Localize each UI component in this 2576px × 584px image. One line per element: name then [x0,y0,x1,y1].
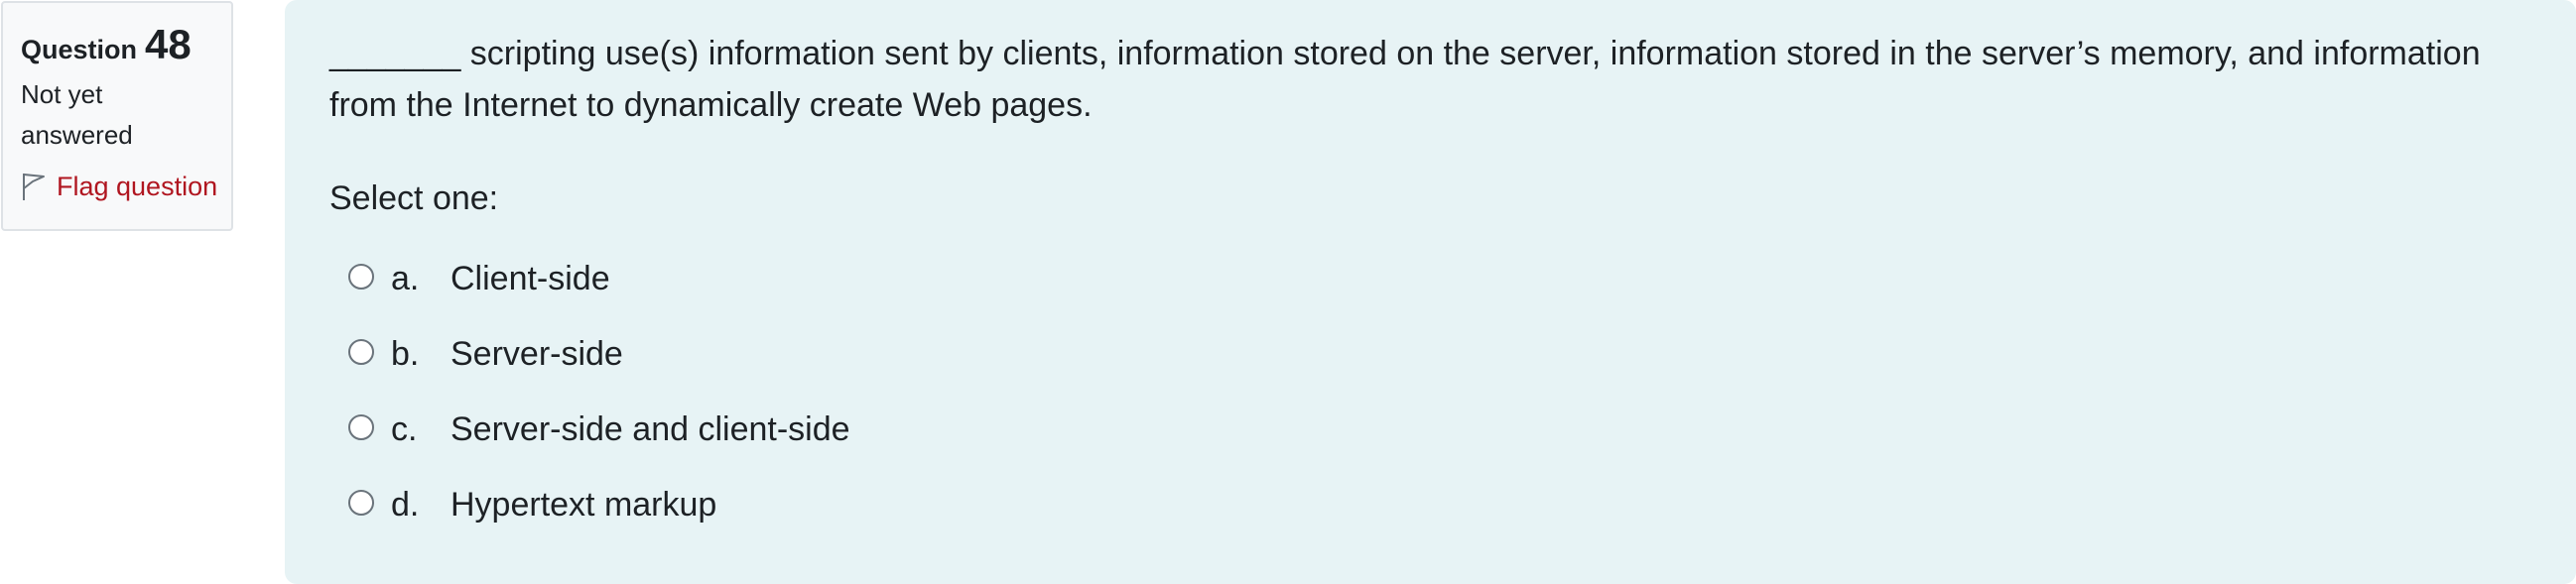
answer-option-b[interactable]: b. Server-side [329,316,2530,392]
answer-option-c[interactable]: c. Server-side and client-side [329,392,2530,467]
select-one-prompt: Select one: [329,179,499,217]
answer-option-a[interactable]: a. Client-side [329,241,2530,316]
flag-question-button[interactable]: Flag question [21,167,217,206]
question-info-panel: Question 48 Not yet answered Flag questio… [1,1,233,231]
radio-button-c[interactable] [348,414,374,440]
answer-text[interactable]: Hypertext markup [451,486,716,525]
flag-question-label: Flag question [57,172,218,201]
radio-button-d[interactable] [348,490,374,516]
question-heading: Question 48 [21,21,213,68]
question-state: Not yet answered [21,79,133,150]
question-number: 48 [145,21,192,67]
quiz-page: Question 48 Not yet answered Flag questio… [0,0,2576,584]
answer-text[interactable]: Server-side [451,335,623,374]
answer-letter: c. [391,409,418,448]
answer-text[interactable]: Server-side and client-side [451,410,850,449]
answer-letter: d. [391,485,420,524]
answer-letter: a. [391,259,420,297]
flag-icon [21,172,47,201]
question-content-panel: _______ scripting use(s) information sen… [285,0,2576,584]
answer-list: a. Client-side b. Server-side c. Server-… [329,241,2530,542]
question-text: _______ scripting use(s) information sen… [329,35,2481,124]
answer-option-d[interactable]: d. Hypertext markup [329,467,2530,542]
radio-button-a[interactable] [348,264,374,290]
question-label: Question [21,35,138,64]
radio-button-b[interactable] [348,339,374,365]
answer-text[interactable]: Client-side [451,260,610,298]
answer-letter: b. [391,334,420,373]
